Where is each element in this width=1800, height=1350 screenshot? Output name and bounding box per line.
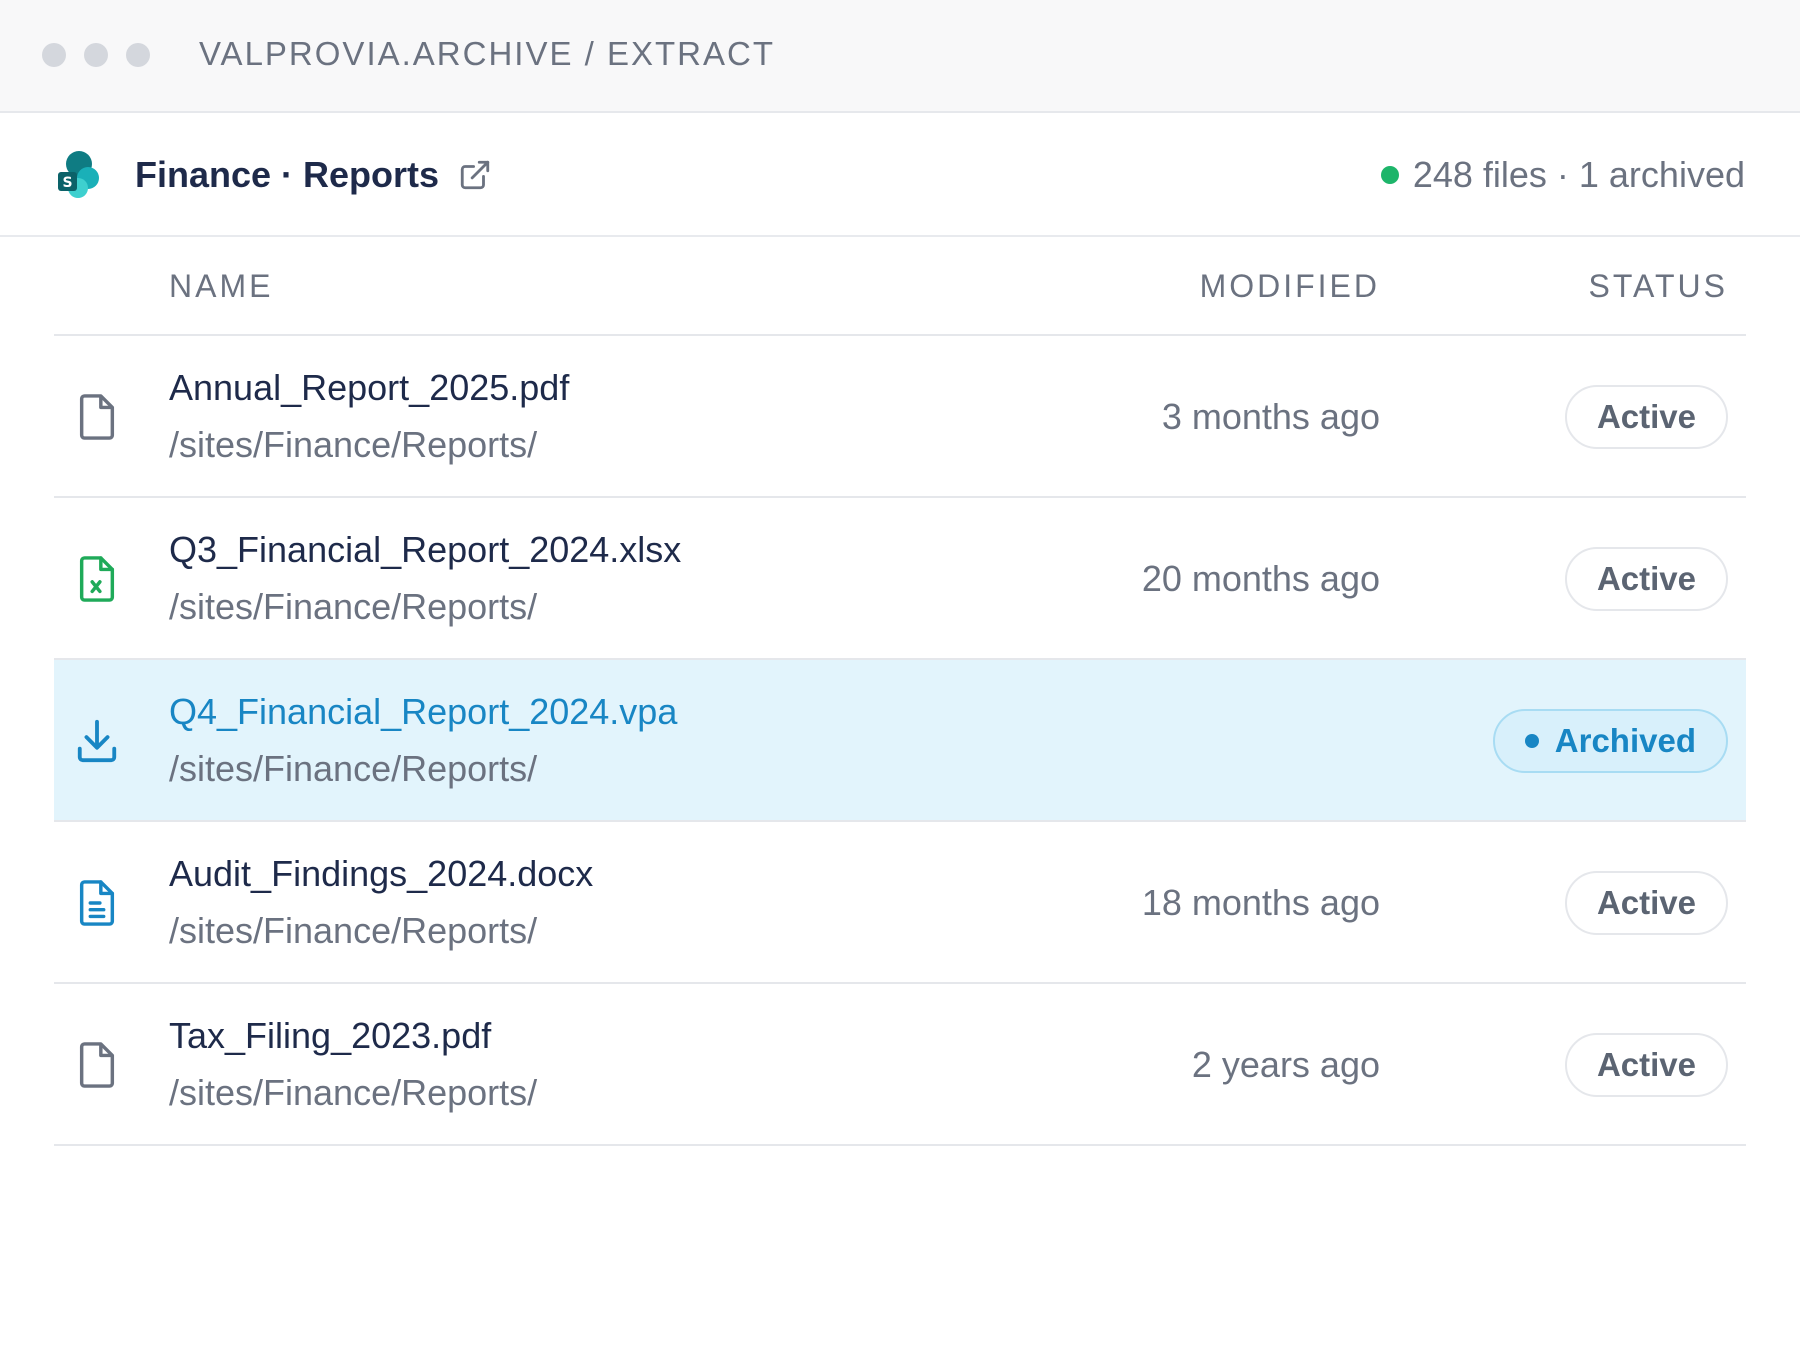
table-row-selected[interactable]: Q4_Financial_Report_2024.vpa /sites/Fina… <box>54 660 1746 822</box>
file-icon <box>79 394 115 440</box>
window-minimize-button[interactable] <box>84 43 108 67</box>
table-row[interactable]: Tax_Filing_2023.pdf /sites/Finance/Repor… <box>54 984 1746 1146</box>
file-path: /sites/Finance/Reports/ <box>169 910 538 951</box>
site-header: S Finance · Reports 248 files · 1 archiv… <box>0 113 1800 237</box>
status-badge: Active <box>1564 385 1728 449</box>
file-path: /sites/Finance/Reports/ <box>169 586 538 627</box>
status-badge: Active <box>1564 547 1728 611</box>
table-row[interactable]: Audit_Findings_2024.docx /sites/Finance/… <box>54 822 1746 984</box>
status-badge-label: Active <box>1596 560 1696 597</box>
file-name[interactable]: Q4_Financial_Report_2024.vpa <box>169 689 677 735</box>
excel-file-icon <box>79 556 115 602</box>
column-header-name[interactable]: NAME <box>169 266 273 306</box>
status-dot-icon <box>1380 166 1399 184</box>
file-name[interactable]: Annual_Report_2025.pdf <box>169 365 569 411</box>
file-table: NAME MODIFIED STATUS Annual_Report_2025.… <box>54 237 1746 1146</box>
status-badge: Active <box>1564 871 1728 935</box>
file-path: /sites/Finance/Reports/ <box>169 748 538 789</box>
file-path: /sites/Finance/Reports/ <box>169 1072 538 1113</box>
status-badge-label: Active <box>1596 884 1696 921</box>
site-title: Finance · Reports <box>135 154 440 195</box>
status-badge: Archived <box>1492 709 1728 773</box>
file-name[interactable]: Q3_Financial_Report_2024.xlsx <box>169 527 681 573</box>
file-name[interactable]: Tax_Filing_2023.pdf <box>169 1013 491 1059</box>
file-icon <box>79 1042 115 1088</box>
column-header-status[interactable]: STATUS <box>1589 266 1728 306</box>
file-modified: 2 years ago <box>1191 1044 1380 1085</box>
download-icon[interactable] <box>74 716 120 766</box>
status-badge: Active <box>1564 1033 1728 1097</box>
archived-dot-icon <box>1524 734 1539 748</box>
svg-text:S: S <box>62 175 72 191</box>
status-badge-label: Archived <box>1554 722 1696 759</box>
table-header-row: NAME MODIFIED STATUS <box>54 237 1746 336</box>
file-modified: 20 months ago <box>1141 558 1380 599</box>
site-file-summary: 248 files · 1 archived <box>1380 153 1745 197</box>
column-header-modified[interactable]: MODIFIED <box>1200 266 1380 306</box>
window-title: VALPROVIA.ARCHIVE / EXTRACT <box>199 35 776 72</box>
table-row[interactable]: Annual_Report_2025.pdf /sites/Finance/Re… <box>54 336 1746 498</box>
file-modified: 18 months ago <box>1141 882 1380 923</box>
external-link-icon[interactable] <box>458 158 492 192</box>
window-close-button[interactable] <box>42 43 66 67</box>
status-badge-label: Active <box>1596 398 1696 435</box>
site-summary-text: 248 files · 1 archived <box>1412 154 1745 195</box>
window-titlebar: VALPROVIA.ARCHIVE / EXTRACT <box>0 0 1800 113</box>
document-file-icon <box>79 880 115 926</box>
file-path: /sites/Finance/Reports/ <box>169 424 538 465</box>
window-maximize-button[interactable] <box>126 43 150 67</box>
sharepoint-logo-icon: S <box>58 151 99 198</box>
file-modified: 3 months ago <box>1161 396 1380 437</box>
file-name[interactable]: Audit_Findings_2024.docx <box>169 851 593 897</box>
table-row[interactable]: Q3_Financial_Report_2024.xlsx /sites/Fin… <box>54 498 1746 660</box>
status-badge-label: Active <box>1596 1046 1696 1083</box>
